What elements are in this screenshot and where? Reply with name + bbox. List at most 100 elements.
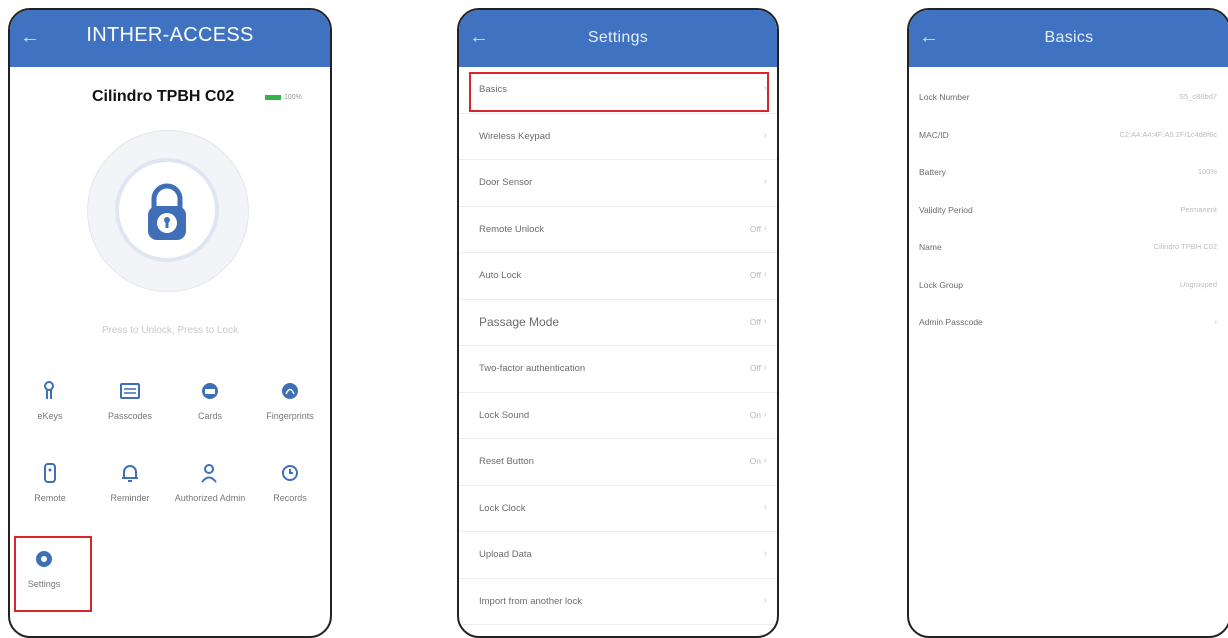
settings-item-label: Lock Sound xyxy=(479,409,530,421)
remote-icon xyxy=(44,463,56,483)
ekeys-label: eKeys xyxy=(37,411,63,421)
settings-item-lock-sound[interactable]: Lock Sound On › xyxy=(459,393,777,439)
ekeys-button[interactable]: eKeys xyxy=(10,378,90,422)
settings-item-two-factor[interactable]: Two-factor authentication Off › xyxy=(459,346,777,393)
basics-item-value: 100% xyxy=(1197,167,1217,176)
chevron-right-icon: › xyxy=(763,362,767,373)
settings-item-auto-lock[interactable]: Auto Lock Off › xyxy=(459,253,777,300)
basics-item-admin-passcode[interactable]: Admin Passcode › xyxy=(909,303,1228,341)
settings-item-label: Passage Mode xyxy=(479,314,560,329)
lock-hint: Press to Unlock, Press to Lock xyxy=(101,325,239,336)
basics-item-value: S5_c86bd7 xyxy=(1179,92,1217,101)
settings-item-remote-unlock[interactable]: Remote Unlock Off › xyxy=(459,207,777,253)
basics-item-label: Validity Period xyxy=(919,204,973,215)
chevron-right-icon: › xyxy=(763,548,767,559)
feature-row-2: Remote Reminder Authorized Admin Records xyxy=(10,460,330,504)
key-icon xyxy=(44,381,54,399)
chevron-right-icon: › xyxy=(763,176,767,187)
settings-item-lock-clock[interactable]: Lock Clock › xyxy=(459,486,777,532)
settings-item-door-sensor[interactable]: Door Sensor › xyxy=(459,160,777,207)
chevron-right-icon: › xyxy=(763,501,767,513)
basics-item-label: Lock Number xyxy=(919,92,970,102)
phone-settings-screen: ← Settings Basics › Wireless Keypad › Do… xyxy=(457,8,779,638)
battery-indicator: 100% xyxy=(265,94,302,101)
remote-button[interactable]: Remote xyxy=(10,460,90,504)
screen-title: Basics xyxy=(1044,29,1094,46)
basics-item-value: › xyxy=(1214,317,1218,326)
cards-label: Cards xyxy=(197,411,222,421)
basics-item-lock-number[interactable]: Lock Number S5_c86bd7 xyxy=(909,78,1228,116)
settings-item-value: Off xyxy=(749,316,761,327)
reminder-button[interactable]: Reminder xyxy=(90,460,170,504)
settings-item-label: Auto Lock xyxy=(479,270,522,281)
chevron-right-icon: › xyxy=(763,222,767,234)
settings-item-import[interactable]: Import from another lock › xyxy=(459,579,777,625)
settings-list: Basics › Wireless Keypad › Door Sensor ›… xyxy=(459,67,777,625)
settings-item-wireless-keypad[interactable]: Wireless Keypad › xyxy=(459,114,777,160)
settings-item-label: Lock Clock xyxy=(479,502,526,514)
settings-item-label: Upload Data xyxy=(479,549,532,560)
reminder-label: Reminder xyxy=(110,493,150,503)
settings-highlight xyxy=(14,536,92,612)
settings-item-passage-mode[interactable]: Passage Mode Off › xyxy=(459,300,777,346)
authorized-admin-label: Authorized Admin xyxy=(174,493,246,503)
chevron-right-icon: › xyxy=(763,269,767,280)
basics-item-validity-period[interactable]: Validity Period Permanent xyxy=(909,191,1228,229)
basics-item-value: Permanent xyxy=(1180,204,1217,214)
feature-row-1: eKeys Passcodes Cards Fingerprints xyxy=(10,378,330,422)
basics-item-lock-group[interactable]: Lock Group Ungrouped xyxy=(909,266,1228,304)
basics-item-mac-id[interactable]: MAC/ID C2:A4:A4:4F:A5:2F/1c4d8f6c xyxy=(909,116,1228,154)
settings-item-label: Wireless Keypad xyxy=(479,130,551,142)
basics-item-name[interactable]: Name Cilindro TPBH C02 xyxy=(909,228,1228,266)
remote-label: Remote xyxy=(34,493,66,503)
settings-item-value: On xyxy=(749,456,761,466)
basics-highlight xyxy=(469,72,769,112)
chevron-right-icon: › xyxy=(763,408,767,420)
settings-item-upload-data[interactable]: Upload Data › xyxy=(459,532,777,579)
authorized-admin-button[interactable]: Authorized Admin xyxy=(170,460,250,504)
fingerprint-icon xyxy=(282,383,298,399)
app-title: INTHER-ACCESS xyxy=(86,24,254,46)
header-bar: ← INTHER-ACCESS xyxy=(10,10,330,67)
settings-item-label: Remote Unlock xyxy=(479,223,544,235)
basics-item-battery[interactable]: Battery 100% xyxy=(909,153,1228,191)
header-bar: ← Settings xyxy=(459,10,777,67)
settings-item-value: Off xyxy=(749,223,761,234)
basics-item-label: Name xyxy=(919,242,942,252)
clock-icon xyxy=(282,465,298,481)
records-button[interactable]: Records xyxy=(250,460,330,504)
cards-button[interactable]: Cards xyxy=(170,378,250,422)
basics-list: Lock Number S5_c86bd7 MAC/ID C2:A4:A4:4F… xyxy=(909,78,1228,341)
screen-title: Settings xyxy=(587,29,649,46)
settings-item-label: Door Sensor xyxy=(479,177,533,188)
phone-home-screen: ← INTHER-ACCESS Cilindro TPBH C02 100% P… xyxy=(8,8,332,638)
header-bar: ← Basics xyxy=(909,10,1228,67)
passcodes-button[interactable]: Passcodes xyxy=(90,378,170,422)
settings-item-value: Off xyxy=(749,363,761,373)
basics-item-value: Ungrouped xyxy=(1179,279,1217,289)
battery-icon xyxy=(265,95,281,100)
phone-basics-screen: ← Basics Lock Number S5_c86bd7 MAC/ID C2… xyxy=(907,8,1228,638)
settings-item-value: Off xyxy=(749,270,761,280)
chevron-right-icon: › xyxy=(763,315,767,327)
lock-name: Cilindro TPBH C02 xyxy=(92,88,235,105)
chevron-right-icon: › xyxy=(763,594,767,606)
keypad-icon xyxy=(120,383,140,399)
basics-item-label: Admin Passcode xyxy=(919,317,983,327)
settings-item-label: Reset Button xyxy=(479,456,534,467)
basics-item-label: Lock Group xyxy=(919,279,963,290)
card-icon xyxy=(202,383,218,399)
fingerprints-button[interactable]: Fingerprints xyxy=(250,378,330,422)
chevron-right-icon: › xyxy=(763,129,767,141)
settings-item-value: On xyxy=(749,409,761,420)
settings-item-reset-button[interactable]: Reset Button On › xyxy=(459,439,777,486)
bell-icon xyxy=(122,465,138,482)
chevron-right-icon: › xyxy=(763,455,767,466)
fingerprints-label: Fingerprints xyxy=(266,411,314,421)
user-icon xyxy=(201,464,217,483)
basics-item-label: Battery xyxy=(919,167,946,177)
settings-item-label: Two-factor authentication xyxy=(479,363,586,374)
basics-item-value: C2:A4:A4:4F:A5:2F/1c4d8f6c xyxy=(1119,129,1217,139)
settings-item-label: Import from another lock xyxy=(479,595,582,607)
records-label: Records xyxy=(273,493,307,503)
